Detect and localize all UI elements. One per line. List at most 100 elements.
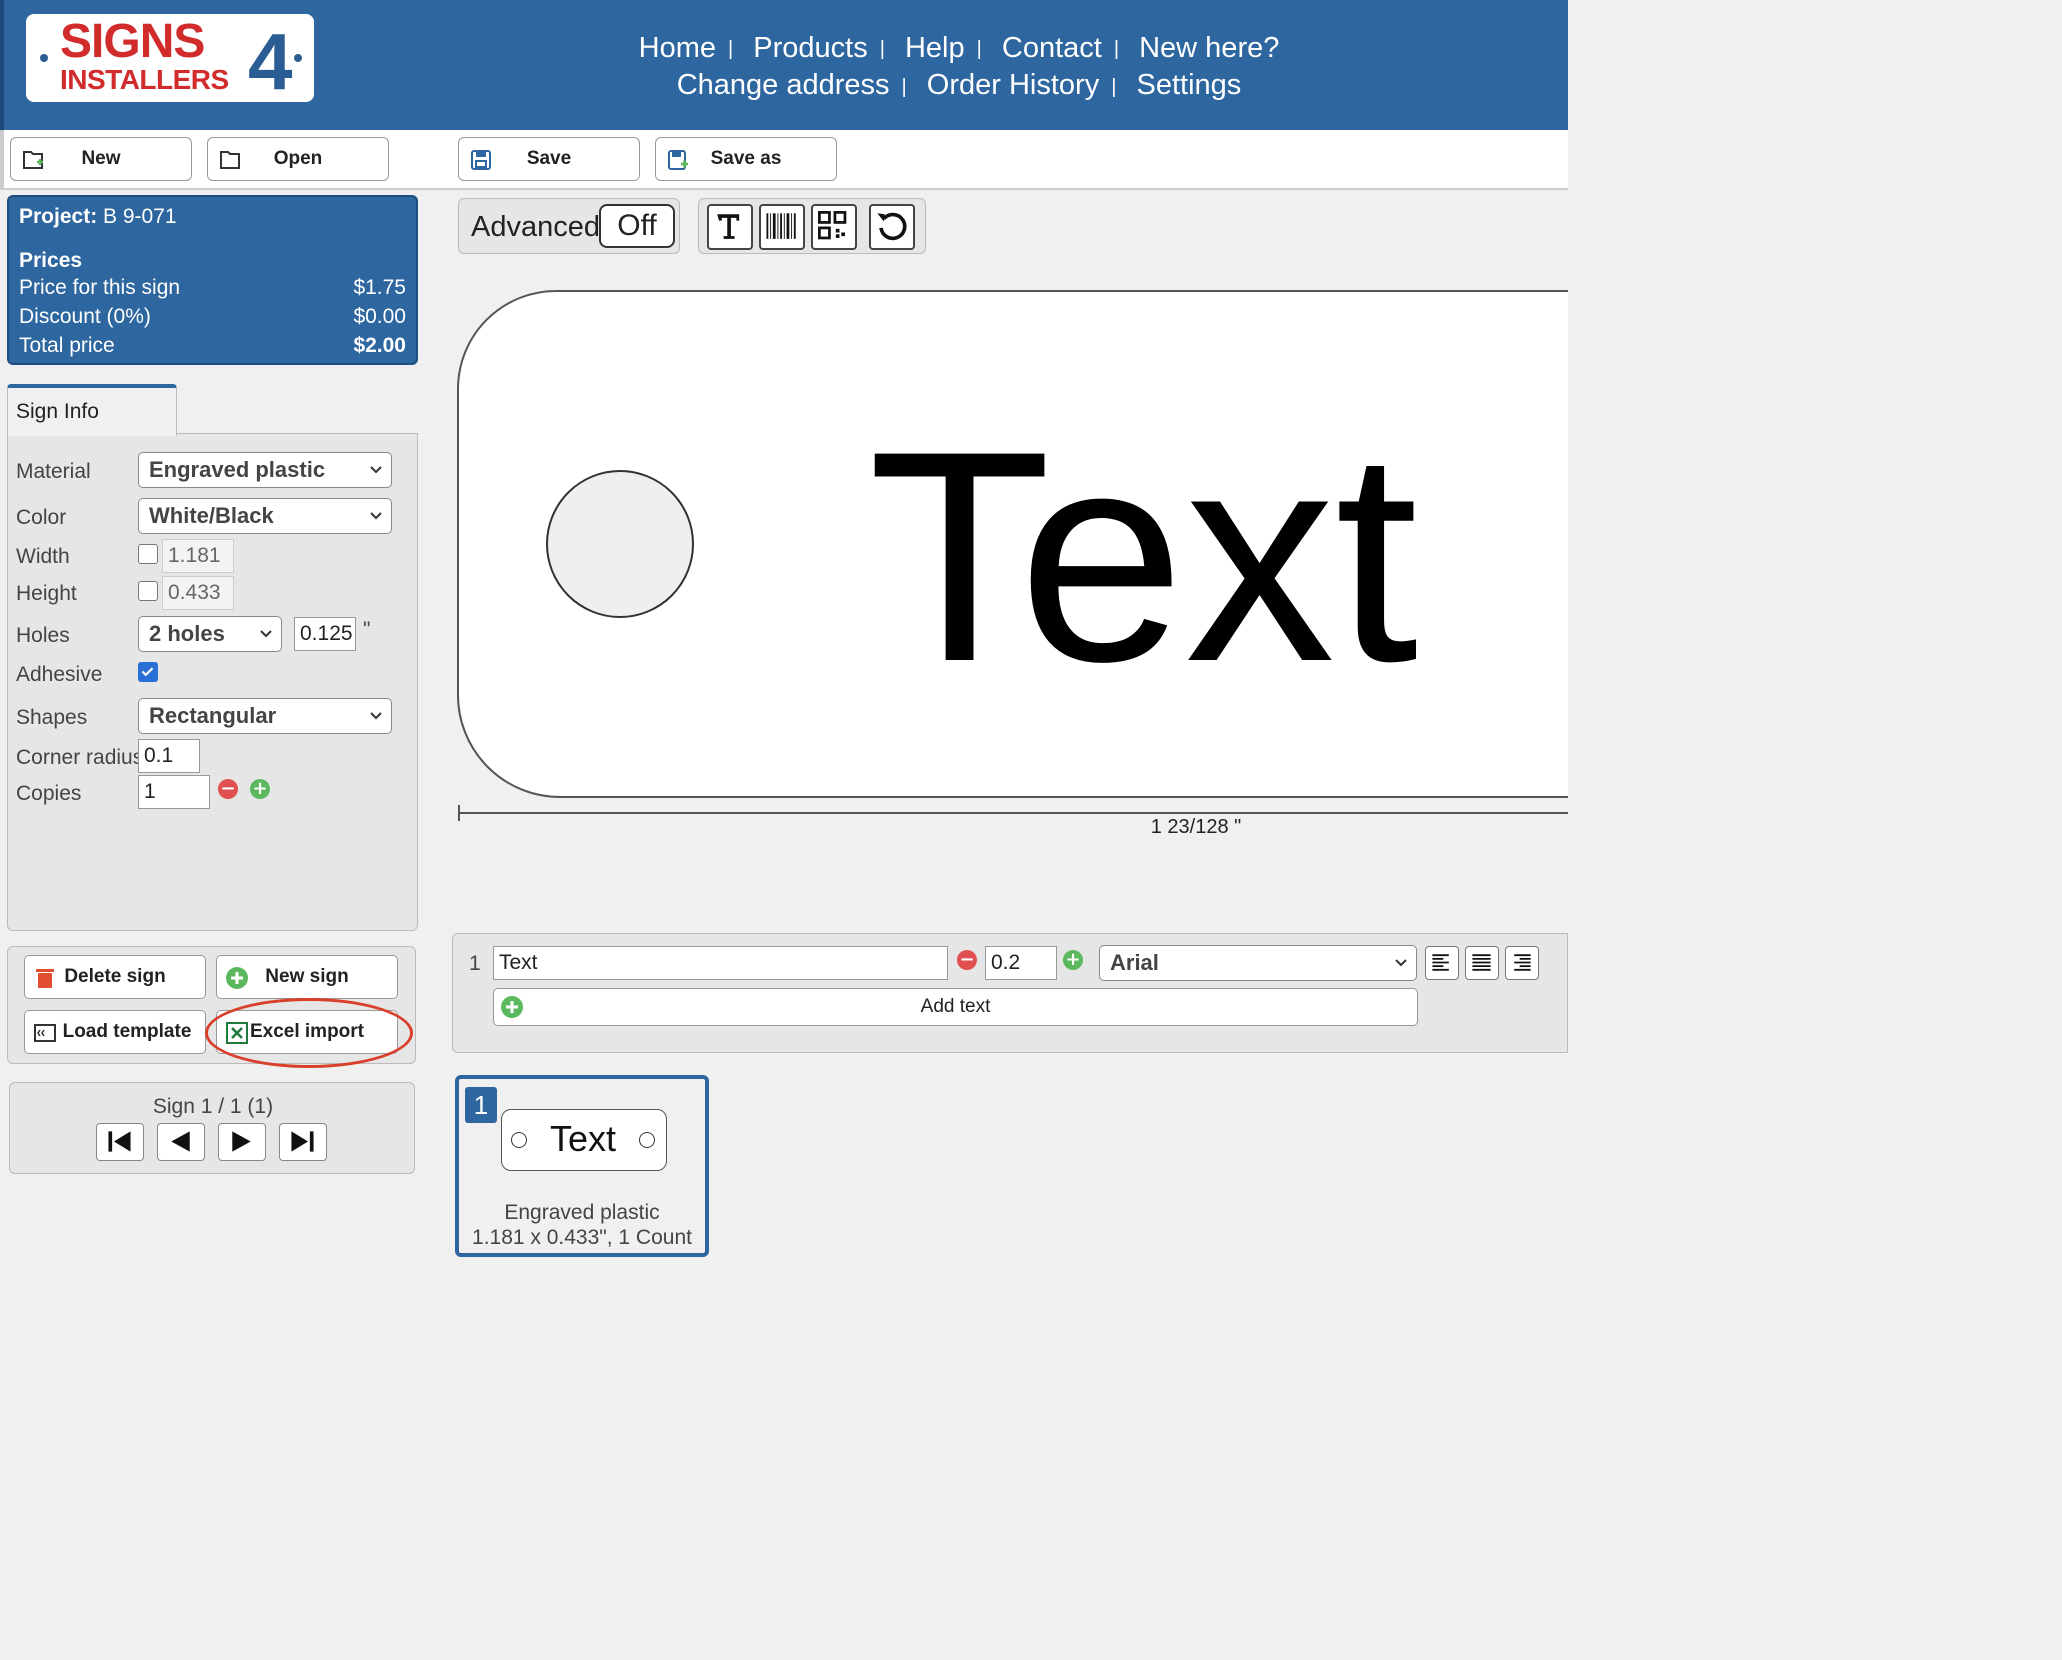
nav-order-history[interactable]: Order History	[927, 69, 1099, 101]
open-button[interactable]: Open	[207, 137, 389, 181]
font-size-decrease-icon[interactable]: −	[957, 950, 977, 970]
thumbnail-hole-left	[511, 1132, 527, 1148]
holes-value: 2 holes	[149, 621, 225, 646]
nav-separator: |	[727, 38, 734, 61]
load-template-label: Load template	[62, 1021, 192, 1042]
align-right-button[interactable]	[1505, 946, 1539, 980]
chevron-down-icon	[1395, 959, 1407, 967]
width-lock-checkbox[interactable]	[138, 544, 158, 564]
material-value: Engraved plastic	[149, 457, 326, 482]
nav-change-address[interactable]: Change address	[677, 69, 890, 101]
barcode-icon	[766, 213, 796, 239]
sign-navigation: Sign 1 / 1 (1)	[9, 1082, 415, 1174]
adhesive-checkbox[interactable]	[138, 662, 158, 682]
save-as-button-label: Save as	[710, 148, 782, 169]
save-button[interactable]: Save	[458, 137, 640, 181]
barcode-tool-button[interactable]	[759, 204, 805, 250]
load-template-button[interactable]: Load template	[24, 1010, 206, 1054]
text-lines-panel: 1 Text − 0.2 + Arial Add text	[452, 933, 1568, 1053]
thumbnail-hole-right	[639, 1132, 655, 1148]
copies-increase-icon[interactable]: +	[250, 779, 270, 799]
folder-icon	[220, 151, 240, 169]
signs4installers-logo[interactable]: SIGNS INSTALLERS 4	[26, 14, 314, 102]
width-input[interactable]: 1.181	[162, 539, 234, 573]
height-input[interactable]: 0.433	[162, 576, 234, 610]
open-button-label: Open	[273, 148, 323, 169]
logo-signs-text: SIGNS	[60, 15, 205, 68]
align-center-button[interactable]	[1465, 946, 1499, 980]
total-value: $2.00	[353, 334, 406, 357]
material-select[interactable]: Engraved plastic	[138, 452, 392, 488]
corner-radius-input[interactable]: 0.1	[138, 739, 200, 773]
undo-icon	[877, 212, 907, 241]
hole-size-input[interactable]: 0.125	[294, 617, 356, 651]
total-label: Total price	[19, 334, 115, 357]
copies-input[interactable]: 1	[138, 775, 210, 809]
new-sign-label: New sign	[265, 966, 349, 987]
font-size-input[interactable]: 0.2	[985, 946, 1057, 980]
nav-settings[interactable]: Settings	[1136, 69, 1241, 101]
save-as-button[interactable]: Save as	[655, 137, 837, 181]
previous-sign-button[interactable]	[157, 1123, 205, 1161]
project-price-panel: Project: B 9-071 Prices Price for this s…	[7, 195, 418, 365]
height-lock-checkbox[interactable]	[138, 581, 158, 601]
holes-label: Holes	[16, 624, 70, 647]
holes-select[interactable]: 2 holes	[138, 616, 282, 652]
delete-sign-label: Delete sign	[64, 966, 166, 987]
nav-separator: |	[879, 38, 885, 61]
nav-separator: |	[1113, 38, 1120, 61]
price-value: $1.75	[353, 276, 406, 299]
color-label: Color	[16, 506, 67, 529]
font-select[interactable]: Arial	[1099, 945, 1417, 981]
nav-home[interactable]: Home	[639, 32, 716, 64]
align-left-icon	[1432, 954, 1449, 971]
price-row: Price for this sign $1.75	[19, 273, 406, 302]
last-sign-button[interactable]	[279, 1123, 327, 1161]
trash-icon	[36, 969, 54, 988]
width-label: Width	[16, 545, 70, 568]
thumbnail-details: 1.181 x 0.433", 1 Count	[472, 1226, 692, 1249]
font-size-increase-icon[interactable]: +	[1063, 950, 1083, 970]
first-sign-button[interactable]	[96, 1123, 144, 1161]
material-label: Material	[16, 460, 91, 483]
align-left-button[interactable]	[1425, 946, 1459, 980]
add-circle-icon	[501, 996, 523, 1018]
nav-new-here[interactable]: New here?	[1139, 32, 1279, 64]
new-sign-button[interactable]: New sign	[216, 955, 398, 999]
thumbnail-text: Text	[550, 1118, 617, 1159]
thumbnail-material: Engraved plastic	[504, 1201, 660, 1224]
next-sign-button[interactable]	[218, 1123, 266, 1161]
add-text-button[interactable]: Add text	[493, 988, 1418, 1026]
hole-unit: "	[363, 618, 371, 641]
discount-value: $0.00	[353, 305, 406, 328]
qr-tool-button[interactable]	[811, 204, 857, 250]
shapes-select[interactable]: Rectangular	[138, 698, 392, 734]
add-circle-icon	[226, 967, 248, 989]
nav-contact[interactable]: Contact	[1002, 32, 1102, 64]
nav-help[interactable]: Help	[905, 32, 965, 64]
sign-canvas[interactable]: Text 1 23/128 "	[456, 285, 1568, 845]
copies-decrease-icon[interactable]: −	[218, 779, 238, 799]
chevron-down-icon	[370, 466, 382, 474]
undo-button[interactable]	[869, 204, 915, 250]
insert-tools	[698, 198, 926, 254]
discount-label: Discount (0%)	[19, 305, 151, 328]
text-line-input[interactable]: Text	[493, 946, 948, 980]
height-label: Height	[16, 582, 77, 605]
text-tool-button[interactable]	[707, 204, 753, 250]
sign-text[interactable]: Text	[868, 388, 1419, 724]
advanced-toggle[interactable]: Off	[599, 204, 675, 248]
adhesive-label: Adhesive	[16, 663, 103, 686]
qr-code-icon	[818, 211, 847, 240]
tab-sign-info[interactable]: Sign Info	[7, 384, 177, 436]
save-as-disk-icon	[668, 150, 688, 170]
nav-products[interactable]: Products	[753, 32, 867, 64]
sign-thumbnail[interactable]: 1 Text Engraved plastic 1.181 x 0.433", …	[455, 1075, 709, 1257]
new-button[interactable]: New	[10, 137, 192, 181]
site-header: SIGNS INSTALLERS 4 Home | Products | Help |…	[0, 0, 1568, 130]
new-file-icon	[23, 151, 43, 169]
discount-row: Discount (0%) $0.00	[19, 302, 406, 331]
color-select[interactable]: White/Black	[138, 498, 392, 534]
template-icon	[34, 1024, 56, 1042]
delete-sign-button[interactable]: Delete sign	[24, 955, 206, 999]
